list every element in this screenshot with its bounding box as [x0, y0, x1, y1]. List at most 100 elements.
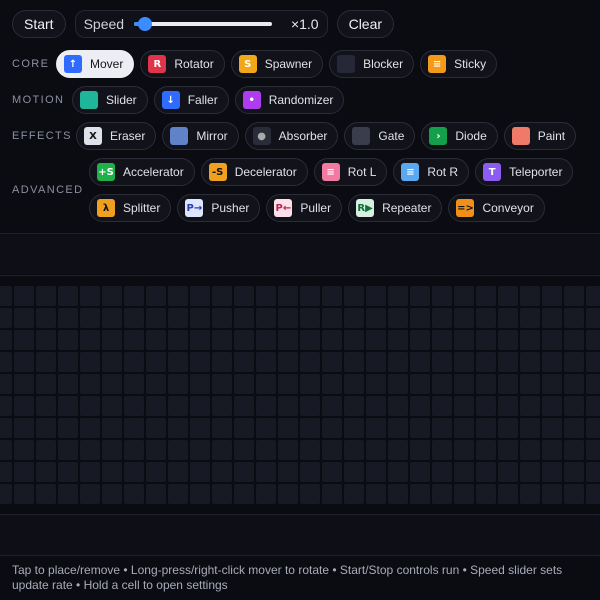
grid-cell[interactable]: [234, 396, 254, 416]
grid-cell[interactable]: [564, 330, 584, 350]
grid-cell[interactable]: [300, 330, 320, 350]
grid-cell[interactable]: [0, 352, 12, 372]
grid-cell[interactable]: [388, 440, 408, 460]
grid-cell[interactable]: [278, 396, 298, 416]
grid-cell[interactable]: [190, 462, 210, 482]
grid-cell[interactable]: [586, 396, 600, 416]
grid-cell[interactable]: [0, 418, 12, 438]
grid-cell[interactable]: [278, 374, 298, 394]
grid-cell[interactable]: [14, 308, 34, 328]
start-button[interactable]: Start: [12, 10, 66, 38]
grid-cell[interactable]: [300, 308, 320, 328]
grid-cell[interactable]: [388, 352, 408, 372]
grid-cell[interactable]: [344, 462, 364, 482]
grid-cell[interactable]: [432, 352, 452, 372]
grid-cell[interactable]: [80, 352, 100, 372]
grid-cell[interactable]: [498, 308, 518, 328]
tool-rot-r-button[interactable]: ≡ Rot R: [393, 158, 470, 186]
grid-cell[interactable]: [168, 440, 188, 460]
grid-cell[interactable]: [0, 374, 12, 394]
grid-cell[interactable]: [366, 396, 386, 416]
grid-cell[interactable]: [256, 484, 276, 504]
grid-cell[interactable]: [190, 286, 210, 306]
tool-puller-button[interactable]: P← Puller: [266, 194, 343, 222]
grid-cell[interactable]: [432, 484, 452, 504]
grid-cell[interactable]: [454, 286, 474, 306]
grid-cell[interactable]: [322, 330, 342, 350]
grid-cell[interactable]: [80, 462, 100, 482]
speed-slider[interactable]: [134, 17, 273, 31]
tool-faller-button[interactable]: ↓ Faller: [153, 86, 229, 114]
grid-cell[interactable]: [520, 286, 540, 306]
grid-cell[interactable]: [168, 374, 188, 394]
grid-cell[interactable]: [146, 396, 166, 416]
grid-cell[interactable]: [36, 440, 56, 460]
grid-cell[interactable]: [212, 440, 232, 460]
grid-cell[interactable]: [146, 330, 166, 350]
grid-cell[interactable]: [0, 462, 12, 482]
grid-cell[interactable]: [212, 308, 232, 328]
grid-cell[interactable]: [454, 418, 474, 438]
grid-cell[interactable]: [300, 352, 320, 372]
grid-cell[interactable]: [278, 418, 298, 438]
grid-cell[interactable]: [80, 440, 100, 460]
grid-cell[interactable]: [388, 374, 408, 394]
tool-mover-button[interactable]: ↑ Mover: [56, 50, 135, 78]
grid-cell[interactable]: [388, 484, 408, 504]
grid-cell[interactable]: [432, 396, 452, 416]
grid-cell[interactable]: [36, 396, 56, 416]
grid-cell[interactable]: [586, 418, 600, 438]
grid-cell[interactable]: [212, 352, 232, 372]
grid-cell[interactable]: [432, 374, 452, 394]
grid-cell[interactable]: [36, 418, 56, 438]
grid-cell[interactable]: [388, 330, 408, 350]
grid-cell[interactable]: [586, 484, 600, 504]
grid-cell[interactable]: [212, 330, 232, 350]
grid-cell[interactable]: [542, 418, 562, 438]
grid-cell[interactable]: [344, 396, 364, 416]
grid-cell[interactable]: [190, 330, 210, 350]
grid-cell[interactable]: [366, 462, 386, 482]
grid-cell[interactable]: [14, 484, 34, 504]
grid-cell[interactable]: [498, 396, 518, 416]
grid-cell[interactable]: [190, 352, 210, 372]
grid-cell[interactable]: [542, 396, 562, 416]
grid-cell[interactable]: [300, 462, 320, 482]
grid-cell[interactable]: [190, 374, 210, 394]
grid-cell[interactable]: [212, 462, 232, 482]
grid-cell[interactable]: [410, 286, 430, 306]
speed-slider-thumb[interactable]: [138, 17, 153, 31]
grid-cell[interactable]: [36, 352, 56, 372]
grid-cell[interactable]: [498, 484, 518, 504]
grid-cell[interactable]: [278, 330, 298, 350]
grid-cell[interactable]: [58, 286, 78, 306]
grid-cell[interactable]: [476, 374, 496, 394]
grid-cell[interactable]: [80, 330, 100, 350]
grid-cell[interactable]: [234, 374, 254, 394]
grid-cell[interactable]: [58, 484, 78, 504]
grid-cell[interactable]: [168, 308, 188, 328]
grid-cell[interactable]: [102, 418, 122, 438]
grid-cell[interactable]: [520, 484, 540, 504]
grid-cell[interactable]: [498, 352, 518, 372]
grid-cell[interactable]: [410, 440, 430, 460]
grid-cell[interactable]: [102, 440, 122, 460]
grid-cell[interactable]: [124, 418, 144, 438]
grid-cell[interactable]: [344, 418, 364, 438]
grid-cell[interactable]: [322, 352, 342, 372]
grid-cell[interactable]: [102, 484, 122, 504]
grid-cell[interactable]: [146, 462, 166, 482]
grid-cell[interactable]: [300, 396, 320, 416]
grid-cell[interactable]: [80, 396, 100, 416]
grid-cell[interactable]: [190, 396, 210, 416]
grid-cell[interactable]: [278, 440, 298, 460]
grid-cell[interactable]: [0, 330, 12, 350]
tool-spawner-button[interactable]: S Spawner: [230, 50, 324, 78]
grid-cell[interactable]: [586, 286, 600, 306]
grid-cell[interactable]: [454, 484, 474, 504]
grid-cell[interactable]: [146, 286, 166, 306]
grid-cell[interactable]: [256, 462, 276, 482]
grid-cell[interactable]: [344, 352, 364, 372]
grid-cell[interactable]: [278, 352, 298, 372]
grid-cell[interactable]: [124, 462, 144, 482]
